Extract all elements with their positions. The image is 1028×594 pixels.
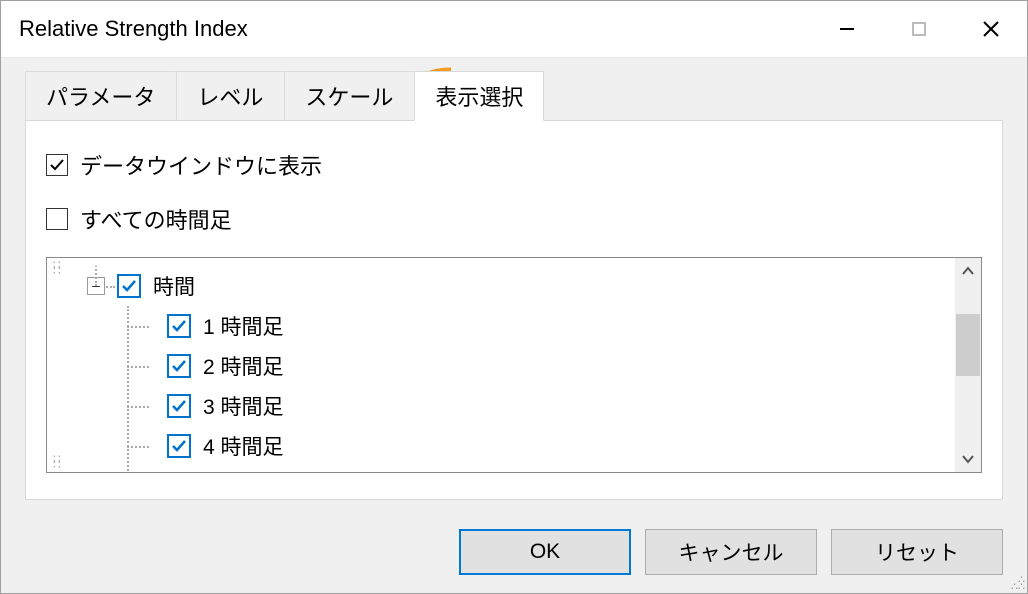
scroll-thumb[interactable] [956,314,980,376]
tab-visualization[interactable]: 表示選択 [414,71,544,121]
tree-item[interactable]: 1 時間足 [125,306,951,346]
tab-label: 表示選択 [435,85,523,110]
checkbox-all-timeframes[interactable] [46,208,68,230]
tab-scale[interactable]: スケール [284,71,414,120]
checkbox-3h[interactable] [167,394,191,418]
window-title: Relative Strength Index [19,16,811,42]
grip-icon: ∷∷ [53,456,64,468]
checkbox-2h[interactable] [167,354,191,378]
tree-item-label: 1 時間足 [203,311,284,341]
titlebar: Relative Strength Index [1,1,1027,57]
resize-grip-icon[interactable]: ∴∴∴ [1011,577,1025,591]
chevron-up-icon [962,266,974,276]
label-show-in-data-window: データウインドウに表示 [80,149,322,181]
tabpage-visualization: データウインドウに表示 すべての時間足 ∷∷ ∷∷ 時間 [25,120,1003,500]
checkmark-icon [170,317,188,335]
timeframe-tree: 時間 1 時間足 2 時間足 [81,266,951,473]
tab-label: レベル [197,85,263,110]
button-label: OK [530,540,560,564]
tree-item-label: 4 時間足 [203,431,284,461]
maximize-icon [911,21,927,37]
tree-item-cut[interactable] [125,466,951,473]
dialog-buttons: OK キャンセル リセット [459,529,1003,575]
button-label: リセット [875,537,959,567]
checkbox-1h[interactable] [167,314,191,338]
tree-item[interactable]: 4 時間足 [125,426,951,466]
tree-item[interactable]: 2 時間足 [125,346,951,386]
checkmark-icon [170,357,188,375]
option-all-timeframes[interactable]: すべての時間足 [46,203,982,235]
scroll-up-button[interactable] [955,258,981,284]
maximize-button [883,5,955,53]
timeframe-tree-panel: ∷∷ ∷∷ 時間 1 時間足 [46,257,982,473]
close-icon [981,19,1001,39]
label-all-timeframes: すべての時間足 [80,203,232,235]
close-button[interactable] [955,5,1027,53]
tab-parameters[interactable]: パラメータ [25,71,176,120]
tree-group-label: 時間 [153,271,195,301]
tree-item-label: 3 時間足 [203,391,284,421]
checkbox-show-in-data-window[interactable] [46,154,68,176]
tab-label: スケール [305,85,393,110]
option-show-in-data-window[interactable]: データウインドウに表示 [46,149,982,181]
tree-node-group[interactable]: 時間 [81,266,951,306]
tabstrip: パラメータ レベル スケール 表示選択 [1,58,1027,120]
tree-item-label: 2 時間足 [203,351,284,381]
tree-item[interactable]: 3 時間足 [125,386,951,426]
minimize-button[interactable] [811,5,883,53]
checkbox-group-hours[interactable] [117,274,141,298]
checkmark-icon [170,397,188,415]
tree-scrollbar[interactable] [955,258,981,472]
checkmark-icon [49,157,65,173]
tab-label: パラメータ [46,85,155,110]
tab-levels[interactable]: レベル [176,71,284,120]
ok-button[interactable]: OK [459,529,631,575]
collapse-icon[interactable] [87,277,105,295]
grip-icon: ∷∷ [53,262,64,274]
minimize-icon [838,20,856,38]
cancel-button[interactable]: キャンセル [645,529,817,575]
checkmark-icon [120,277,138,295]
checkbox-4h[interactable] [167,434,191,458]
button-label: キャンセル [679,537,784,567]
dialog-window: Relative Strength Index パラメータ [0,0,1028,594]
checkmark-icon [170,437,188,455]
reset-button[interactable]: リセット [831,529,1003,575]
chevron-down-icon [962,454,974,464]
scroll-track[interactable] [955,284,981,446]
client-area: パラメータ レベル スケール 表示選択 データウインドウに表示 すべての時間足 … [1,57,1027,593]
scroll-down-button[interactable] [955,446,981,472]
tree-children: 1 時間足 2 時間足 3 時間足 [125,306,951,473]
